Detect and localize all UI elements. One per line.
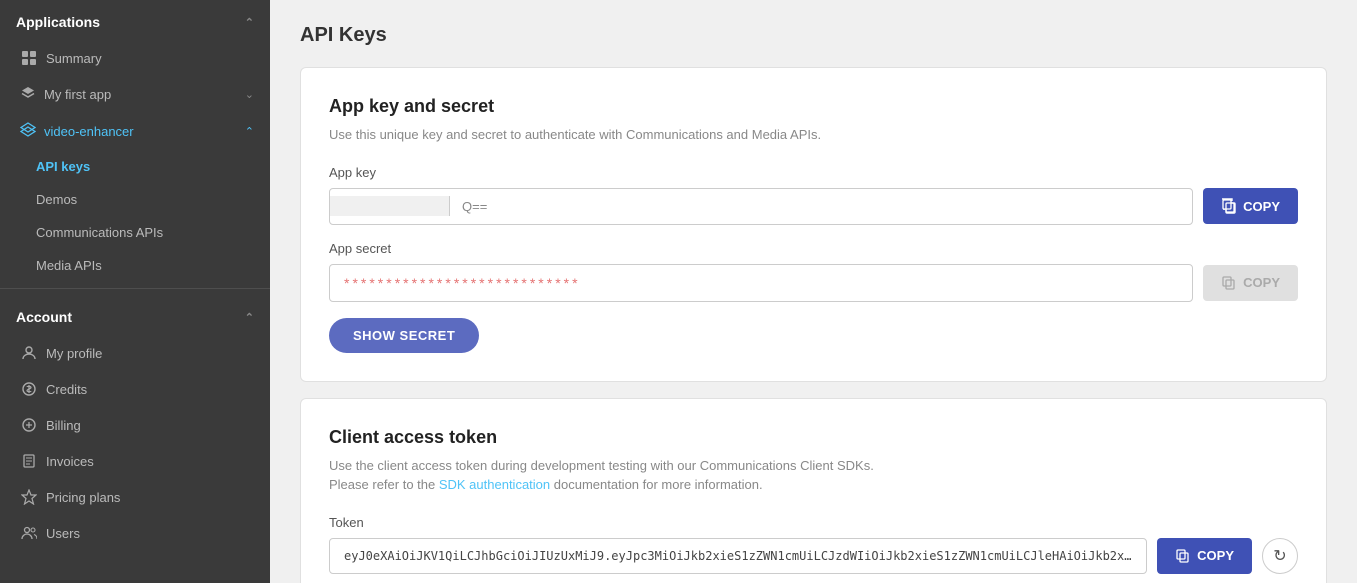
client-token-card-title: Client access token (329, 427, 1298, 448)
sidebar-item-communications-apis[interactable]: Communications APIs (0, 216, 270, 249)
token-copy-button[interactable]: COPY (1157, 538, 1252, 574)
video-enhancer-icon (20, 122, 36, 141)
divider (0, 288, 270, 289)
client-token-card-desc: Use the client access token during devel… (329, 456, 1298, 495)
app-key-input-row: COPY (329, 188, 1298, 225)
client-token-desc-2: Please refer to the (329, 477, 439, 492)
app-key-input (329, 188, 1193, 225)
page-title: API Keys (300, 24, 1327, 47)
sidebar-item-invoices[interactable]: Invoices (0, 443, 270, 479)
token-copy-icon (1175, 548, 1191, 564)
video-enhancer-chevron: ⌃ (245, 125, 254, 138)
billing-label: Billing (46, 418, 81, 433)
app-secret-value: **************************** (344, 275, 581, 291)
sidebar-item-credits[interactable]: Credits (0, 371, 270, 407)
video-enhancer-label: video-enhancer (44, 124, 134, 139)
app-key-desc-text: Use this unique key and secret to authen… (329, 127, 821, 142)
refresh-token-button[interactable]: ↻ (1262, 538, 1298, 574)
copy-disabled-icon (1221, 275, 1237, 291)
token-value: eyJ0eXAiOiJKV1QiLCJhbGciOiJIUzUxMiJ9.eyJ… (329, 538, 1147, 574)
users-label: Users (46, 526, 80, 541)
my-first-app-label: My first app (44, 87, 111, 102)
sidebar-item-billing[interactable]: Billing (0, 407, 270, 443)
credits-icon (20, 380, 38, 398)
app-secret-input: **************************** (329, 264, 1193, 302)
app-secret-label: App secret (329, 241, 1298, 256)
users-icon (20, 524, 38, 542)
sidebar-applications-header[interactable]: Applications ⌃ (0, 0, 270, 40)
invoices-label: Invoices (46, 454, 94, 469)
layers-icon (20, 85, 36, 104)
app-key-field[interactable] (450, 189, 1192, 224)
summary-label: Summary (46, 51, 102, 66)
refresh-icon: ↻ (1273, 546, 1286, 566)
invoices-icon (20, 452, 38, 470)
account-chevron: ⌃ (245, 311, 254, 324)
sidebar-item-api-keys[interactable]: API keys (0, 150, 270, 183)
token-row: eyJ0eXAiOiJKV1QiLCJhbGciOiJIUzUxMiJ9.eyJ… (329, 538, 1298, 574)
api-keys-label: API keys (36, 159, 90, 174)
demos-label: Demos (36, 192, 77, 207)
sidebar-item-my-profile[interactable]: My profile (0, 335, 270, 371)
sidebar-account-header[interactable]: Account ⌃ (0, 295, 270, 335)
my-profile-label: My profile (46, 346, 102, 361)
sidebar-item-pricing-plans[interactable]: Pricing plans (0, 479, 270, 515)
app-key-prefix (330, 196, 450, 216)
chevron-up-icon: ⌃ (245, 16, 254, 29)
grid-icon (20, 49, 38, 67)
app-secret-copy-button[interactable]: COPY (1203, 265, 1298, 301)
sidebar-item-summary[interactable]: Summary (0, 40, 270, 76)
sidebar: Applications ⌃ Summary My first app ⌄ (0, 0, 270, 583)
app-key-card: App key and secret Use this unique key a… (300, 67, 1327, 382)
app-key-card-desc: Use this unique key and secret to authen… (329, 125, 1298, 145)
account-label: Account (16, 309, 72, 325)
sidebar-item-my-first-app[interactable]: My first app ⌄ (0, 76, 270, 113)
sdk-auth-link[interactable]: SDK authentication (439, 477, 550, 492)
credits-label: Credits (46, 382, 87, 397)
main-content: API Keys App key and secret Use this uni… (270, 0, 1357, 583)
communications-apis-label: Communications APIs (36, 225, 163, 240)
applications-label: Applications (16, 14, 100, 30)
sidebar-item-users[interactable]: Users (0, 515, 270, 551)
client-token-desc-1: Use the client access token during devel… (329, 458, 874, 473)
copy-icon (1221, 198, 1237, 214)
app-key-label: App key (329, 165, 1298, 180)
app-secret-input-row: **************************** COPY (329, 264, 1298, 302)
client-token-card: Client access token Use the client acces… (300, 398, 1327, 583)
media-apis-label: Media APIs (36, 258, 102, 273)
sidebar-item-demos[interactable]: Demos (0, 183, 270, 216)
app-key-copy-button[interactable]: COPY (1203, 188, 1298, 224)
show-secret-button[interactable]: SHOW SECRET (329, 318, 479, 353)
pricing-icon (20, 488, 38, 506)
token-label: Token (329, 515, 1298, 530)
app-key-card-title: App key and secret (329, 96, 1298, 117)
sidebar-item-media-apis[interactable]: Media APIs (0, 249, 270, 282)
profile-icon (20, 344, 38, 362)
billing-icon (20, 416, 38, 434)
sidebar-item-video-enhancer[interactable]: video-enhancer ⌃ (0, 113, 270, 150)
client-token-desc-3: documentation for more information. (550, 477, 762, 492)
my-first-app-chevron: ⌄ (245, 88, 254, 101)
pricing-plans-label: Pricing plans (46, 490, 120, 505)
